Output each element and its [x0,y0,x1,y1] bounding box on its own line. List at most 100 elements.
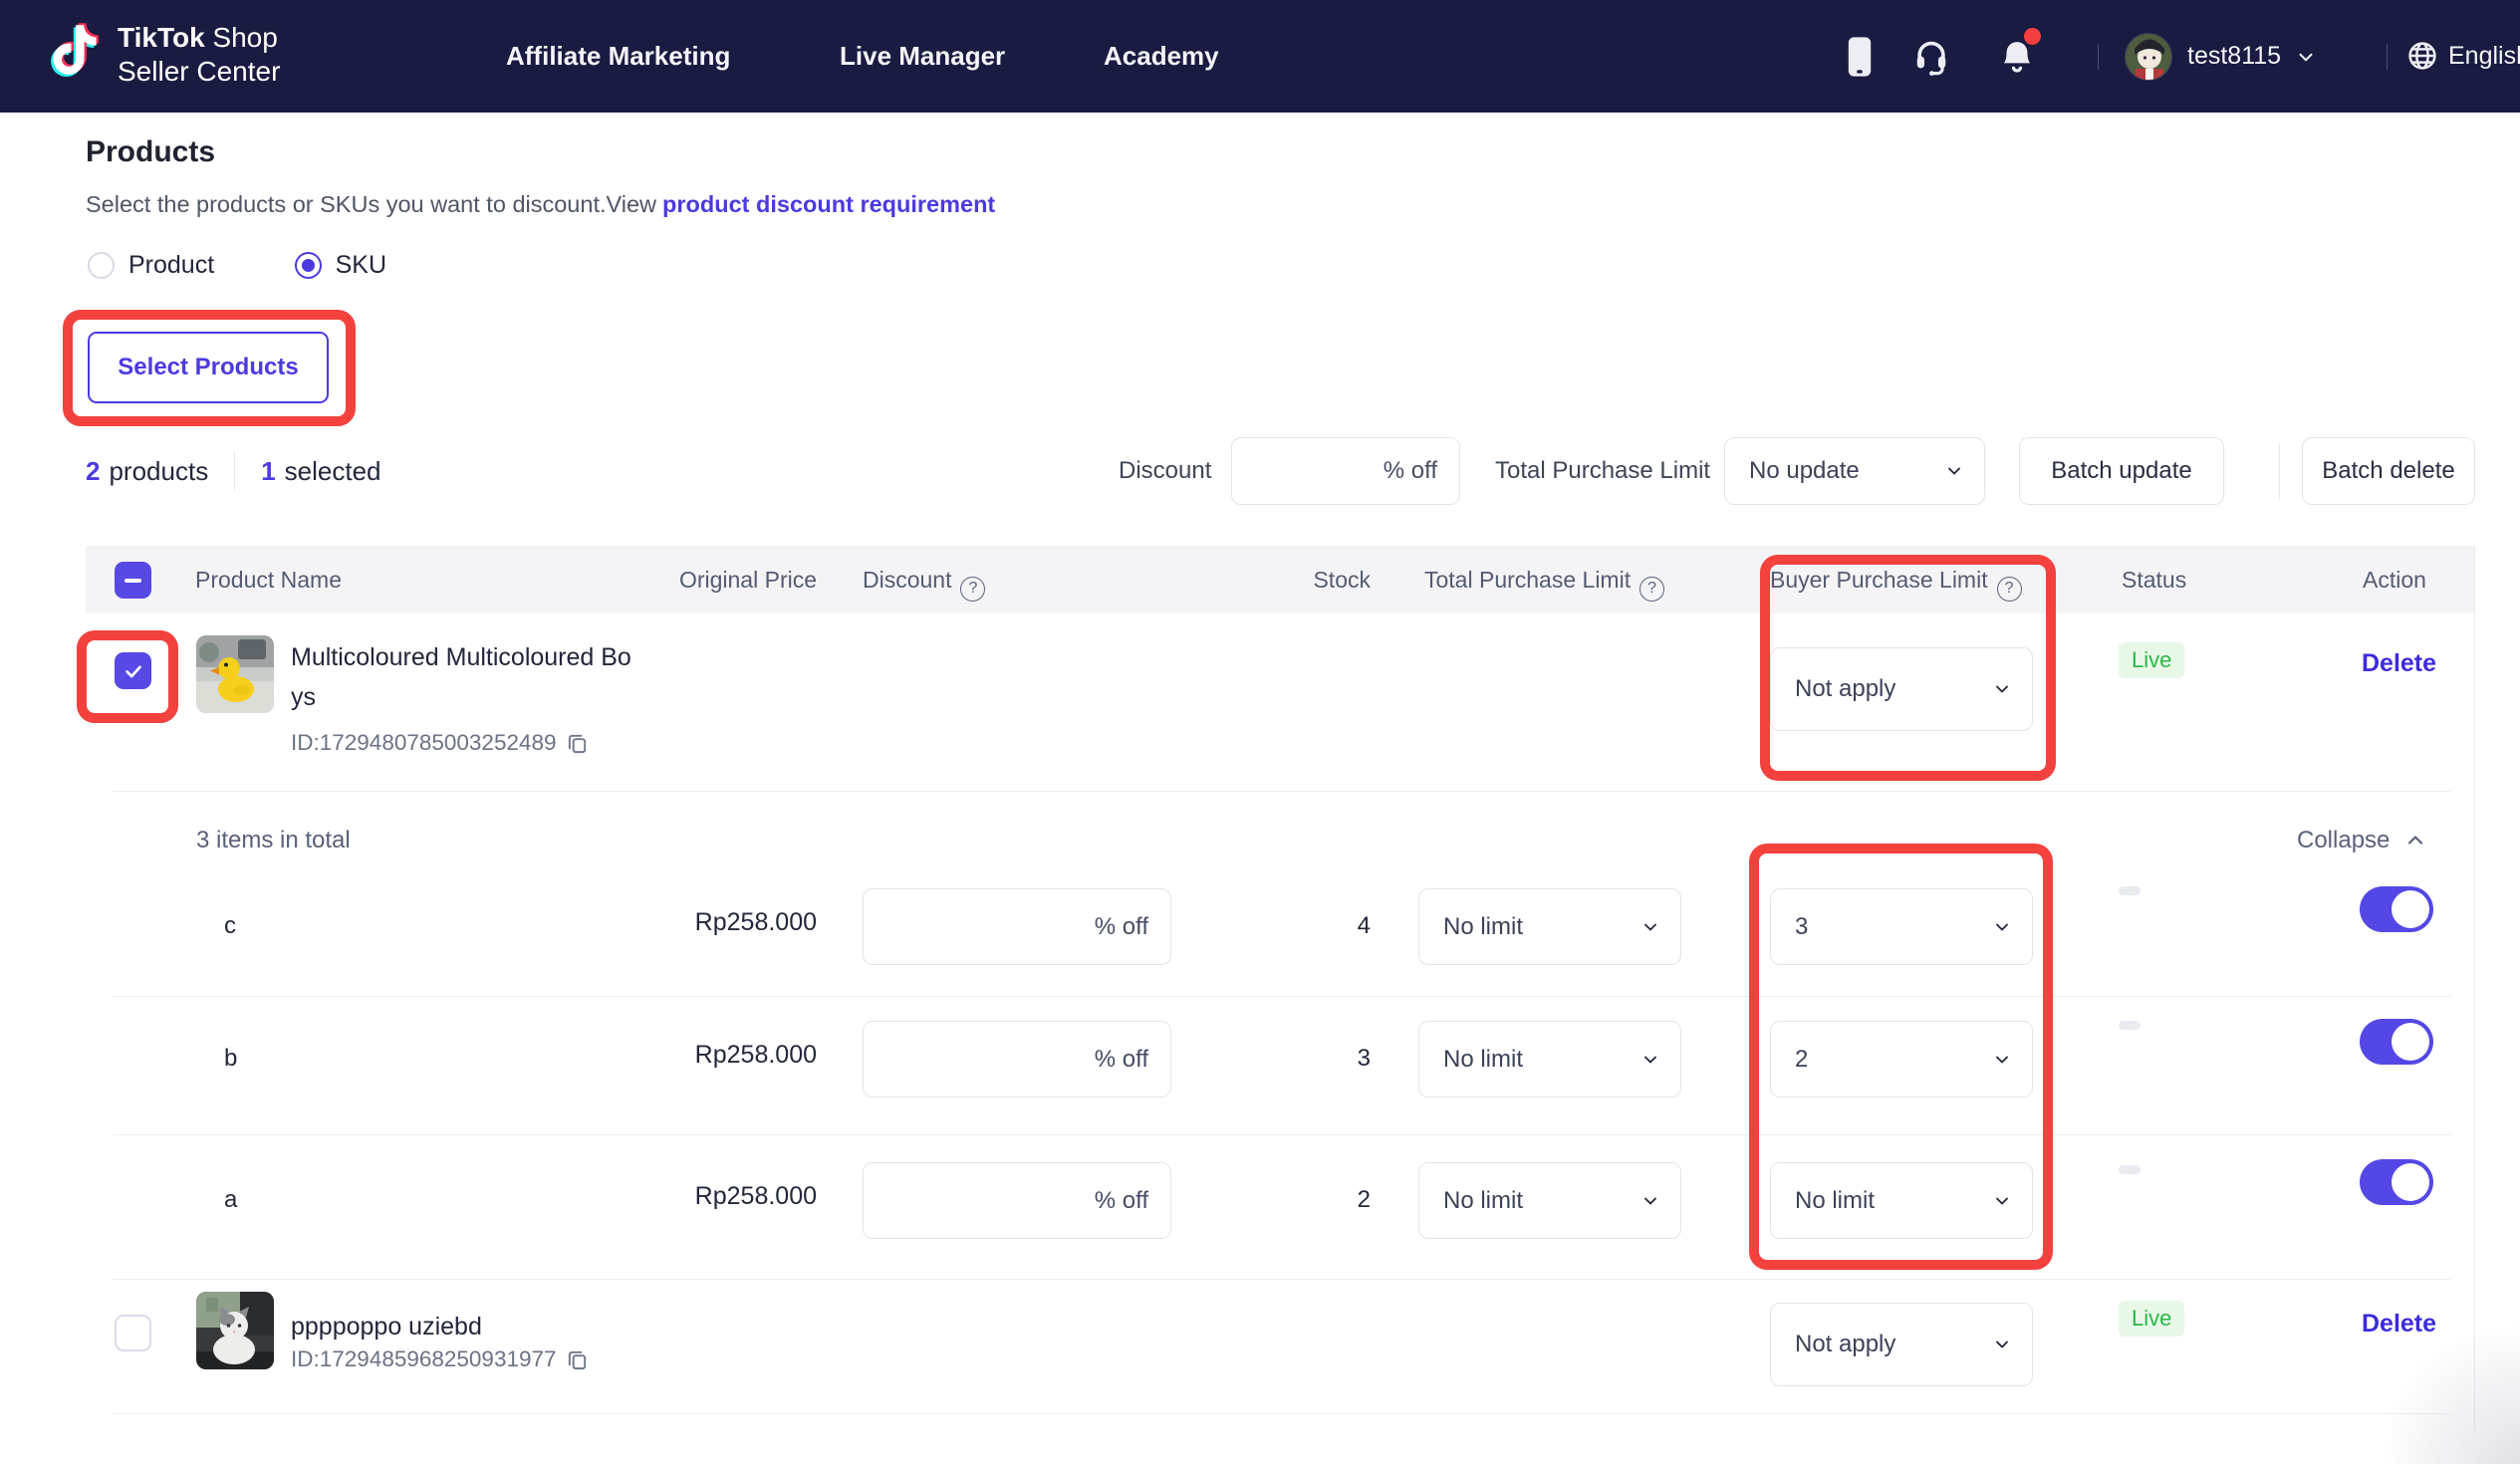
chevron-down-icon [1992,1335,2012,1354]
copy-icon[interactable] [566,1348,589,1371]
row-separator [113,1134,2450,1135]
col-status: Status [2122,546,2186,613]
brand-line2: Seller Center [118,56,280,87]
percent-off-suffix: % off [1095,1046,1148,1074]
sku-total-purchase-limit-value: No limit [1443,913,1523,941]
sku-row-stock: 3 [1171,1045,1371,1073]
brand-line1-rest: Shop [205,22,278,53]
chevron-down-icon [1944,461,1964,481]
question-circle-icon[interactable]: ? [960,577,985,602]
col-action: Action [2363,546,2426,613]
col-product-name: Product Name [195,546,342,613]
row1-buyer-purchase-limit-select[interactable]: Not apply [1770,647,2033,731]
discount-toolbar-label: Discount [1119,437,1211,505]
row1-buyer-purchase-limit-value: Not apply [1795,675,1895,703]
sku-total-purchase-limit-select[interactable]: No limit [1418,888,1681,965]
page-subtitle: Select the products or SKUs you want to … [86,191,995,218]
sku-row-price: Rp258.000 [618,908,817,937]
toolbar-divider [2279,443,2280,499]
sku-row-stock: 4 [1171,912,1371,940]
chevron-down-icon [1992,1050,2012,1070]
radio-sku[interactable] [295,252,322,279]
sku-total-purchase-limit-select[interactable]: No limit [1418,1021,1681,1098]
brand-text: TikTok Shop Seller Center [118,21,280,89]
radio-product[interactable] [88,252,115,279]
sku-items-total: 3 items in total [196,827,351,854]
batch-update-button[interactable]: Batch update [2019,437,2224,505]
select-all-checkbox[interactable] [115,562,151,599]
nav-divider [2098,44,2099,70]
notification-badge-dot [2024,28,2041,45]
sku-buyer-purchase-limit-select[interactable]: 2 [1770,1021,2033,1098]
nav-live-manager[interactable]: Live Manager [840,0,1005,113]
nav-academy[interactable]: Academy [1104,0,1219,113]
page-title: Products [86,135,215,169]
row2-delete-link[interactable]: Delete [2362,1310,2436,1339]
row-separator [113,791,2450,792]
col-buyer-purchase-limit-label: Buyer Purchase Limit [1770,567,1988,593]
sku-discount-field: % off [863,1162,1171,1239]
brand-logo[interactable]: TikTok Shop Seller Center [46,20,280,89]
nav-affiliate-marketing[interactable]: Affiliate Marketing [506,0,730,113]
avatar[interactable] [2125,33,2172,81]
sku-buyer-purchase-limit-select[interactable]: No limit [1770,1162,2033,1239]
sku-discount-input[interactable] [885,913,1087,941]
sku-discount-field: % off [863,888,1171,965]
row1-delete-link[interactable]: Delete [2362,649,2436,678]
radio-product-label[interactable]: Product [128,251,214,279]
brand-line1-bold: TikTok [118,22,205,53]
user-menu[interactable]: test8115 [2187,0,2317,113]
sku-active-toggle[interactable] [2360,1019,2433,1065]
selected-count-label: selected [285,456,381,487]
chevron-down-icon [2295,46,2317,68]
row2-buyer-purchase-limit-select[interactable]: Not apply [1770,1303,2033,1386]
percent-off-suffix: % off [1384,457,1437,485]
select-products-button[interactable]: Select Products [88,332,329,403]
col-stock: Stock [1171,546,1371,613]
selection-counts: 2 products 1 selected [86,437,381,505]
subtitle-text: Select the products or SKUs you want to … [86,191,656,217]
row1-status-badge: Live [2119,642,2184,678]
tiktok-logo-icon [46,20,104,89]
selection-mode-radios: Product SKU [88,251,386,285]
sku-row-name: b [224,1045,237,1073]
sku-active-toggle[interactable] [2360,886,2433,932]
question-circle-icon[interactable]: ? [1639,577,1664,602]
collapse-label: Collapse [2297,827,2390,854]
row2-checkbox[interactable] [115,1315,151,1351]
radio-sku-label[interactable]: SKU [336,251,386,279]
headset-support-icon[interactable] [1912,38,1950,81]
row2-status-badge: Live [2119,1301,2184,1337]
sku-row-name: a [224,1186,237,1214]
total-purchase-limit-toolbar-label: Total Purchase Limit [1495,437,1710,505]
selected-count: 1 [261,456,275,487]
sku-discount-input[interactable] [885,1046,1087,1074]
question-circle-icon[interactable]: ? [1997,577,2022,602]
sku-buyer-purchase-limit-value: 2 [1795,1046,1808,1074]
sku-buyer-purchase-limit-select[interactable]: 3 [1770,888,2033,965]
copy-icon[interactable] [566,732,589,755]
sku-total-purchase-limit-value: No limit [1443,1187,1523,1215]
language-selector[interactable]: English [2448,0,2520,113]
chevron-down-icon [1992,917,2012,937]
sku-discount-input[interactable] [885,1187,1087,1215]
sku-total-purchase-limit-select[interactable]: No limit [1418,1162,1681,1239]
row1-product-id: ID:1729480785003252489 [291,730,589,756]
sku-buyer-purchase-limit-value: 3 [1795,913,1808,941]
row2-product-image-cat [196,1292,274,1369]
batch-total-purchase-limit-select[interactable]: No update [1724,437,1985,505]
sku-active-toggle[interactable] [2360,1159,2433,1205]
collapse-toggle[interactable]: Collapse [2297,827,2427,854]
product-discount-requirement-link[interactable]: product discount requirement [662,191,995,217]
sku-row-price: Rp258.000 [618,1041,817,1070]
percent-off-suffix: % off [1095,913,1148,941]
mobile-app-icon[interactable] [1846,36,1874,83]
row-separator [113,1279,2450,1280]
batch-delete-button[interactable]: Batch delete [2302,437,2475,505]
sku-row-price: Rp258.000 [618,1182,817,1211]
username: test8115 [2187,42,2281,71]
chevron-down-icon [1640,1191,1660,1211]
batch-discount-input[interactable] [1254,457,1376,485]
col-discount: Discount? [863,546,985,613]
row1-checkbox[interactable] [115,652,151,689]
